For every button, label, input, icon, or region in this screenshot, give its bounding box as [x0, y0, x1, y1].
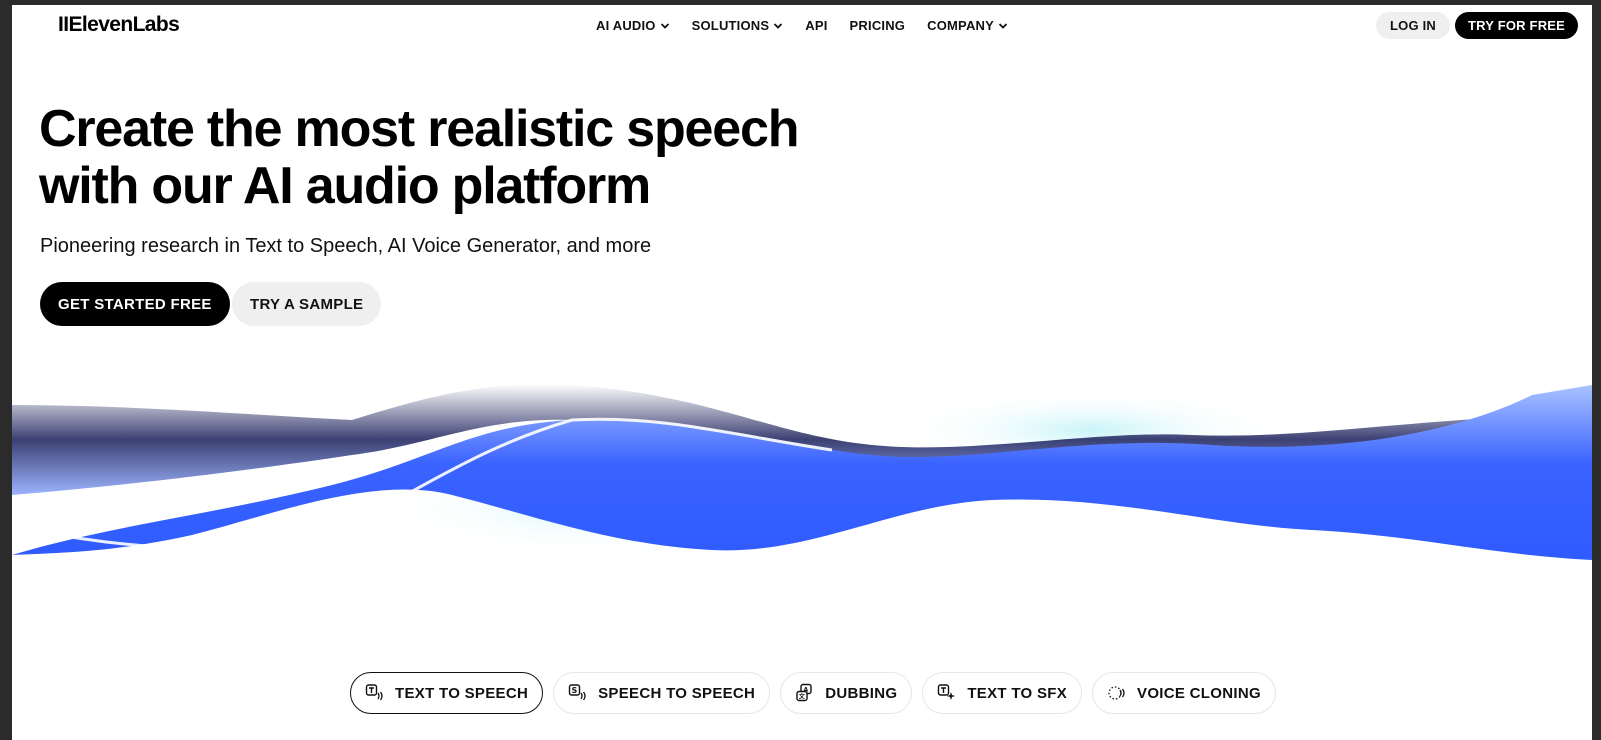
try-for-free-button[interactable]: TRY FOR FREE [1455, 12, 1579, 39]
nav-ai-audio[interactable]: AI AUDIO [596, 18, 670, 33]
tab-text-to-sfx[interactable]: TEXT TO SFX [922, 672, 1083, 714]
hero-subtitle: Pioneering research in Text to Speech, A… [40, 235, 652, 257]
nav-solutions[interactable]: SOLUTIONS [692, 18, 784, 33]
page: IIElevenLabs AI AUDIO SOLUTIONS API PRIC… [12, 5, 1592, 740]
nav-pricing-label: PRICING [849, 18, 906, 33]
login-button[interactable]: LOG IN [1376, 12, 1450, 39]
svg-text:S: S [572, 686, 578, 695]
wave-ribbon-front [12, 385, 1592, 560]
tab-speech-to-speech[interactable]: S SPEECH TO SPEECH [553, 672, 771, 714]
dubbing-icon: A 文 [796, 683, 812, 702]
tab-dubbing[interactable]: A 文 DUBBING [780, 672, 913, 714]
nav-solutions-label: SOLUTIONS [691, 18, 770, 33]
tab-text-to-speech[interactable]: TEXT TO SPEECH [350, 672, 544, 714]
text-to-speech-icon [365, 684, 383, 701]
try-a-sample-button[interactable]: TRY A SAMPLE [232, 282, 382, 326]
nav-api-label: API [805, 18, 828, 33]
tab-voice-cloning[interactable]: VOICE CLONING [1092, 672, 1276, 714]
chevron-down-icon [660, 22, 669, 29]
nav-api[interactable]: API [805, 18, 827, 33]
main-nav: AI AUDIO SOLUTIONS API PRICING COMPANY [596, 18, 1008, 33]
speech-to-speech-icon: S [568, 684, 586, 701]
voice-cloning-icon [1108, 686, 1125, 700]
chevron-down-icon [998, 22, 1008, 29]
feature-tabs: TEXT TO SPEECH S SPEECH TO SPEECH A 文 DU… [350, 672, 1276, 714]
nav-ai-audio-label: AI AUDIO [596, 18, 656, 33]
hero-title-line-1: Create the most realistic speech [39, 100, 799, 158]
svg-text:文: 文 [798, 693, 806, 701]
tab-label: VOICE CLONING [1137, 684, 1261, 702]
get-started-free-button[interactable]: GET STARTED FREE [40, 282, 230, 326]
tab-label: TEXT TO SFX [967, 684, 1068, 702]
tab-label: TEXT TO SPEECH [395, 684, 529, 702]
nav-pricing[interactable]: PRICING [850, 18, 906, 33]
hero-title-line-2: with our AI audio platform [39, 157, 651, 215]
nav-company[interactable]: COMPANY [927, 18, 1008, 33]
logo[interactable]: IIElevenLabs [58, 13, 180, 37]
hero-title: Create the most realistic speech with ou… [39, 101, 939, 215]
site-header: IIElevenLabs AI AUDIO SOLUTIONS API PRIC… [12, 5, 1592, 45]
nav-company-label: COMPANY [927, 18, 995, 33]
chevron-down-icon [774, 22, 783, 29]
tab-label: DUBBING [825, 684, 898, 702]
text-to-sfx-icon [938, 684, 956, 700]
tab-label: SPEECH TO SPEECH [598, 684, 756, 702]
svg-text:A: A [804, 687, 809, 694]
audio-wave-illustration [12, 384, 1592, 560]
